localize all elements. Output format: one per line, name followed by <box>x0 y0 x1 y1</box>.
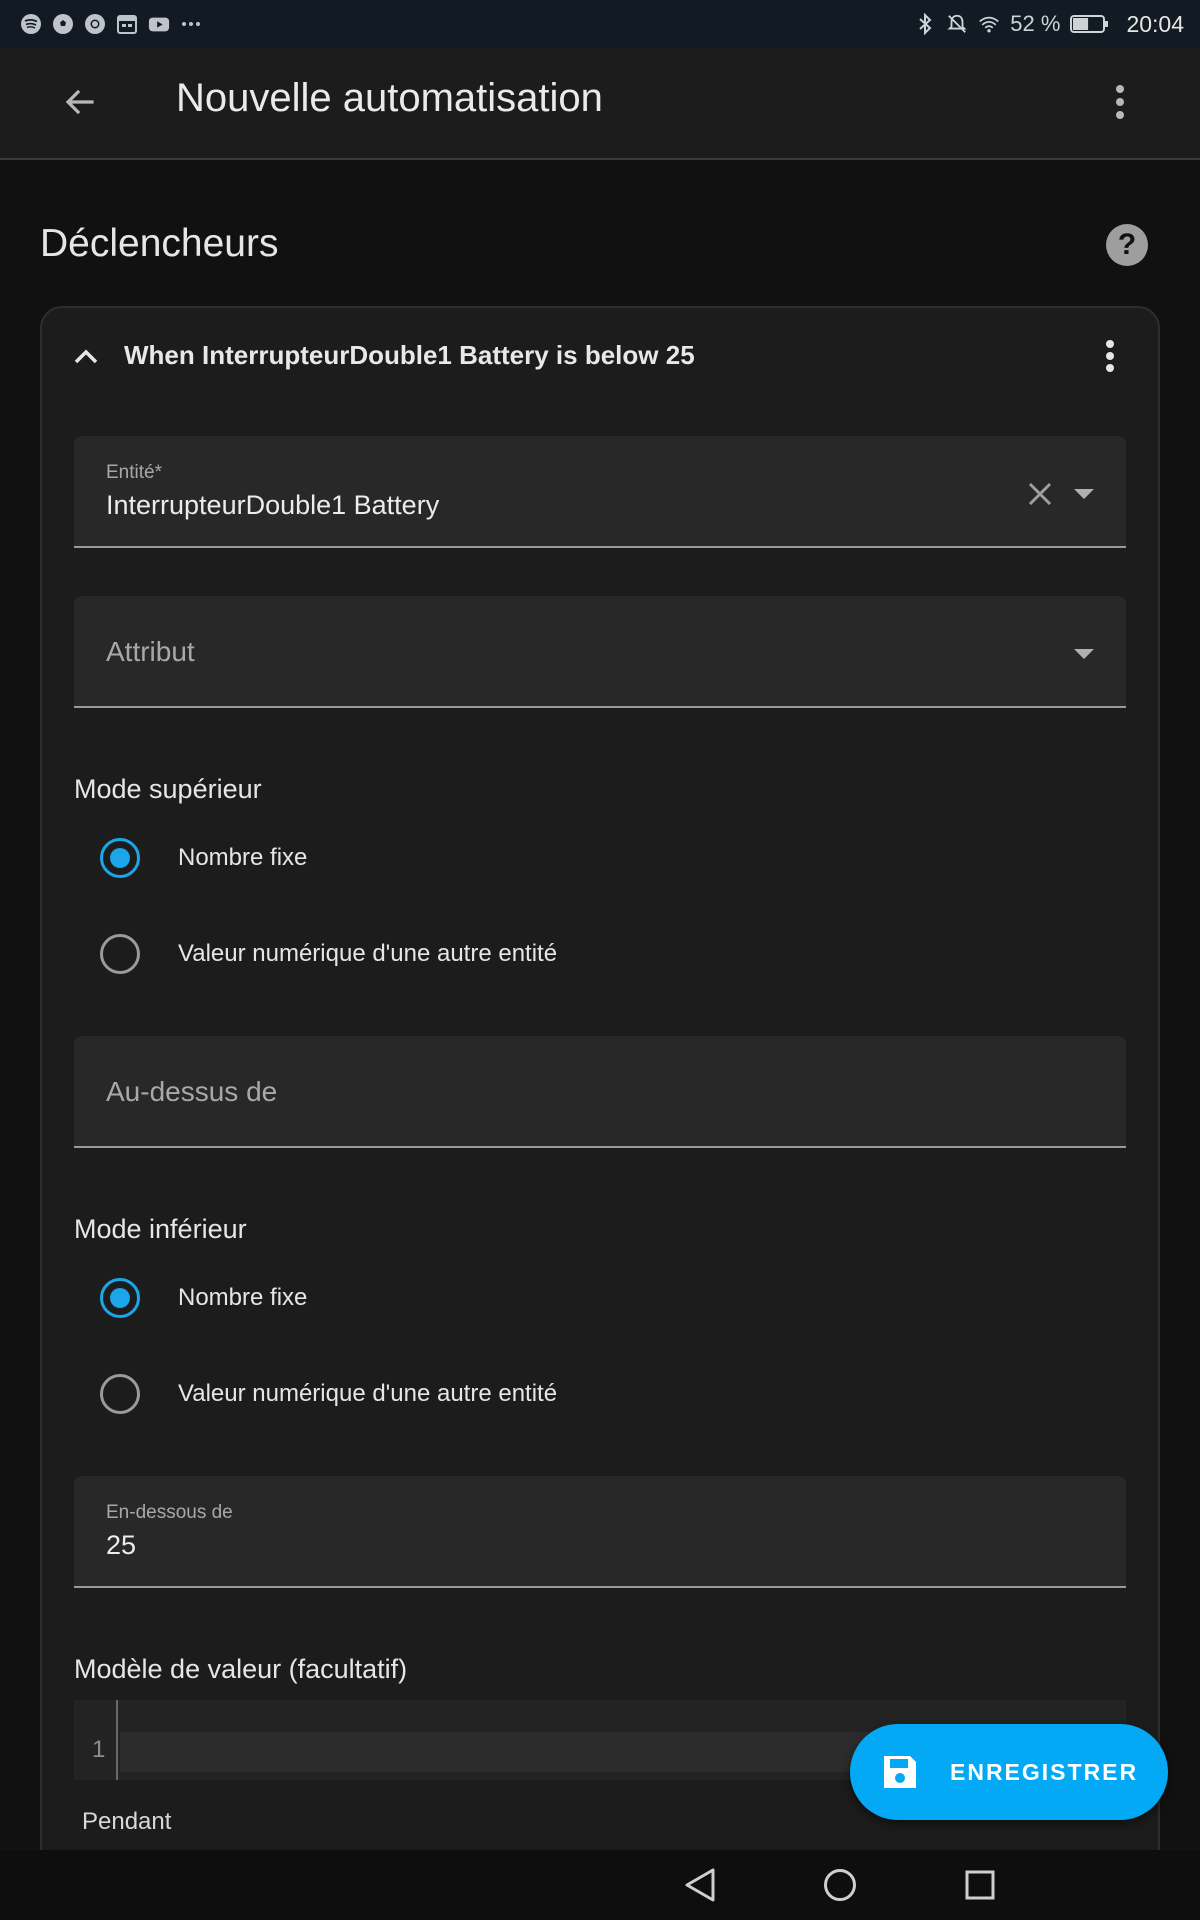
content-area[interactable]: Déclencheurs ? When InterrupteurDouble1 … <box>0 162 1200 1850</box>
attribute-field-placeholder: Attribut <box>106 636 195 667</box>
system-nav-bar <box>0 1850 1200 1920</box>
lower-mode-label: Mode inférieur <box>74 1214 247 1244</box>
soccer-ball-icon <box>52 13 74 35</box>
battery-percent: 52 % <box>1010 11 1061 36</box>
section-title-triggers: Déclencheurs <box>40 222 279 265</box>
lower-mode-option-fixed[interactable]: Nombre fixe <box>100 1268 307 1328</box>
nav-back-button[interactable] <box>680 1865 720 1905</box>
system-icons: 52 % 20:04 <box>914 11 1184 38</box>
upper-mode-label: Mode supérieur <box>74 774 262 804</box>
radio-checked-icon[interactable] <box>100 838 140 878</box>
nav-recents-button[interactable] <box>960 1865 1000 1905</box>
wifi-icon <box>978 13 1000 35</box>
clock: 20:04 <box>1126 10 1184 37</box>
lower-mode-option-entity[interactable]: Valeur numérique d'une autre entité <box>100 1364 557 1424</box>
spotify-icon <box>20 13 42 35</box>
radio-label: Nombre fixe <box>178 1284 308 1311</box>
radio-label: Nombre fixe <box>178 844 308 871</box>
above-field-placeholder: Au-dessus de <box>106 1076 278 1107</box>
triangle-back-icon <box>685 1868 715 1902</box>
status-bar: 52 % 20:04 <box>0 0 1200 48</box>
help-icon: ? <box>1117 228 1137 261</box>
radio-unchecked-icon[interactable] <box>100 1374 140 1414</box>
more-vert-icon <box>1116 85 1124 119</box>
upper-mode-option-fixed[interactable]: Nombre fixe <box>100 828 307 888</box>
below-field-value: 25 <box>106 1530 137 1560</box>
line-number: 1 <box>92 1736 106 1763</box>
duration-label: Pendant <box>82 1808 172 1835</box>
calendar-icon <box>116 13 138 35</box>
entity-field-value: InterrupteurDouble1 Battery <box>106 490 440 520</box>
clear-icon[interactable] <box>1024 478 1056 510</box>
below-field-label: En-dessous de <box>106 1502 233 1523</box>
attribute-field[interactable]: Attribut <box>74 596 1126 708</box>
bluetooth-icon <box>914 12 936 36</box>
radio-label: Valeur numérique d'une autre entité <box>178 1380 558 1407</box>
battery-icon <box>1070 13 1110 35</box>
arrow-back-icon <box>65 89 94 115</box>
trigger-title: When InterrupteurDouble1 Battery is belo… <box>124 340 695 370</box>
notification-icons <box>20 13 202 35</box>
dropdown-arrow-icon[interactable] <box>1070 642 1098 666</box>
below-field[interactable]: En-dessous de 25 <box>74 1476 1126 1588</box>
trigger-card-header[interactable]: When InterrupteurDouble1 Battery is belo… <box>42 308 1158 404</box>
square-recents-icon <box>965 1870 995 1900</box>
trigger-menu-button[interactable] <box>1090 334 1130 378</box>
mute-icon <box>946 13 968 35</box>
app-bar: Nouvelle automatisation <box>0 48 1200 160</box>
chevron-up-icon[interactable] <box>66 336 106 376</box>
upper-mode-option-entity[interactable]: Valeur numérique d'une autre entité <box>100 924 557 984</box>
more-vert-icon <box>1106 340 1114 372</box>
nav-home-button[interactable] <box>820 1865 860 1905</box>
dropdown-arrow-icon[interactable] <box>1070 482 1098 506</box>
above-field[interactable]: Au-dessus de <box>74 1036 1126 1148</box>
save-button[interactable]: ENREGISTRER <box>850 1724 1168 1820</box>
radio-checked-icon[interactable] <box>100 1278 140 1318</box>
youtube-icon <box>148 13 170 35</box>
value-template-label: Modèle de valeur (facultatif) <box>74 1654 408 1684</box>
circle-home-icon <box>824 1869 856 1901</box>
save-icon <box>880 1752 920 1792</box>
entity-field[interactable]: Entité* InterrupteurDouble1 Battery <box>74 436 1126 548</box>
back-button[interactable] <box>56 78 104 126</box>
radio-label: Valeur numérique d'une autre entité <box>178 940 558 967</box>
save-button-label: ENREGISTRER <box>950 1758 1139 1785</box>
page-title: Nouvelle automatisation <box>176 76 603 120</box>
overflow-menu-button[interactable] <box>1096 78 1144 126</box>
help-button[interactable]: ? <box>1106 224 1148 266</box>
trigger-card: When InterrupteurDouble1 Battery is belo… <box>40 306 1160 1850</box>
chrome-icon <box>84 13 106 35</box>
entity-field-label: Entité* <box>106 462 162 483</box>
more-horiz-icon <box>180 13 202 35</box>
radio-unchecked-icon[interactable] <box>100 934 140 974</box>
